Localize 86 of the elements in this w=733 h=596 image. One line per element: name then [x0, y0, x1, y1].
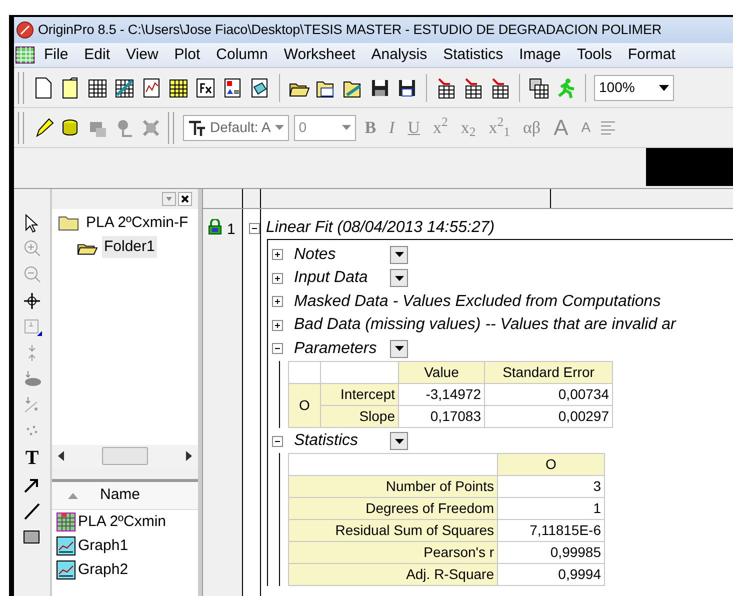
graph-icon: [56, 560, 76, 580]
section-title: Input Data: [294, 268, 369, 288]
line-tool-icon[interactable]: [22, 501, 42, 521]
app-logo-icon: [16, 21, 34, 39]
menu-item[interactable]: View: [118, 42, 166, 68]
menu-item[interactable]: Image: [511, 42, 569, 68]
scroll-right-icon: [186, 451, 192, 461]
text-tool[interactable]: T: [25, 447, 39, 469]
table-cell: 0,99985: [498, 542, 604, 564]
menu-item[interactable]: Column: [208, 42, 276, 68]
expand-icon[interactable]: [272, 296, 283, 308]
row-label: Pearson's r: [288, 542, 498, 564]
caret-icon: [342, 125, 351, 130]
row-group-label: O: [288, 383, 320, 427]
matrix-icon[interactable]: [114, 76, 136, 98]
column-header: O: [498, 454, 604, 476]
list-item[interactable]: Graph2: [78, 558, 128, 582]
pencil-icon[interactable]: [33, 116, 55, 138]
table-cell: 0,9994: [498, 564, 604, 586]
row-label: Slope: [320, 405, 398, 427]
tree-item[interactable]: PLA 2ºCxmin-F: [84, 212, 190, 234]
list-item[interactable]: PLA 2ºCxmin: [78, 510, 166, 534]
section-menu-button[interactable]: [390, 269, 408, 288]
row-label: Degrees of Freedom: [288, 498, 498, 520]
window-title: OriginPro 8.5 - C:\Users\Jose Fiaco\Desktop\TESIS MASTER - ESTUDIO DE DEGRADACION POLIMER: [38, 20, 662, 39]
align-icon[interactable]: [600, 120, 616, 136]
sort-arrow-icon: [68, 492, 78, 498]
mask-icon[interactable]: [22, 369, 42, 389]
caret-icon: [394, 252, 404, 258]
menu-item[interactable]: Plot: [166, 42, 208, 68]
caret-icon: [394, 276, 404, 281]
collapse-icon[interactable]: [272, 343, 283, 354]
table-cell: 0,00297: [484, 405, 612, 427]
collapse-icon[interactable]: [272, 436, 283, 447]
table-cell: 1: [498, 498, 604, 520]
expand-icon[interactable]: [272, 249, 283, 260]
menu-item[interactable]: Worksheet: [276, 42, 364, 68]
section-menu-button[interactable]: [390, 432, 408, 450]
caret-icon: [659, 84, 669, 90]
menu-item[interactable]: Format: [620, 42, 684, 68]
row-label: Adj. R-Square: [288, 564, 498, 586]
section-title: Bad Data (missing values) -- Values that are invalid ar: [294, 315, 676, 336]
menu-item[interactable]: File: [36, 42, 76, 68]
table-cell: 0,00734: [484, 383, 612, 405]
column-header: Standard Error: [484, 361, 612, 383]
font-icon: [188, 120, 206, 136]
graph-icon: [56, 536, 76, 556]
zoom-dropdown[interactable]: 100%: [594, 74, 674, 100]
duplicate-icon[interactable]: [528, 76, 550, 98]
tree-item[interactable]: Folder1: [102, 236, 157, 258]
table-cell: 3: [498, 476, 604, 498]
section-title: Notes: [294, 244, 337, 265]
row-label: Residual Sum of Squares: [288, 520, 498, 542]
column-header: Value: [398, 361, 484, 383]
section-title: Masked Data - Values Excluded from Computations: [294, 292, 661, 312]
list-item[interactable]: Graph1: [78, 534, 128, 558]
folder-icon: [58, 215, 80, 231]
row-label: Number of Points: [288, 476, 498, 498]
close-icon[interactable]: [178, 192, 192, 206]
caret-icon: [394, 438, 404, 444]
menu-item[interactable]: Analysis: [363, 42, 436, 68]
report-title: Linear Fit (08/04/2013 14:55:27): [266, 218, 495, 238]
table-icon[interactable]: [168, 76, 190, 98]
expand-icon[interactable]: [272, 272, 283, 284]
menu-item[interactable]: Tools: [568, 42, 620, 68]
menu-item[interactable]: Edit: [76, 42, 118, 68]
caret-icon: [274, 125, 284, 130]
section-menu-button[interactable]: [390, 246, 408, 264]
row-number: 1: [227, 220, 236, 240]
function-icon[interactable]: [195, 76, 217, 98]
section-title: Parameters: [294, 338, 378, 359]
section-title: Statistics: [294, 431, 360, 452]
collapse-icon[interactable]: [249, 222, 260, 234]
crosshair-icon[interactable]: [22, 291, 42, 311]
table-cell: 0,17083: [398, 405, 484, 427]
scroll-left-icon: [58, 451, 64, 461]
lock-icon: [207, 219, 223, 235]
font-dropdown[interactable]: Default: A: [183, 114, 289, 140]
menu-item[interactable]: Statistics: [435, 42, 512, 68]
table-cell: -3,14972: [398, 383, 484, 405]
row-label: Intercept: [320, 383, 398, 405]
expand-icon[interactable]: [272, 320, 283, 331]
caret-icon: [394, 346, 404, 352]
table-cell: 7,11815E-6: [498, 520, 604, 542]
section-menu-button[interactable]: [390, 340, 408, 358]
size-dropdown[interactable]: 0: [294, 114, 356, 140]
